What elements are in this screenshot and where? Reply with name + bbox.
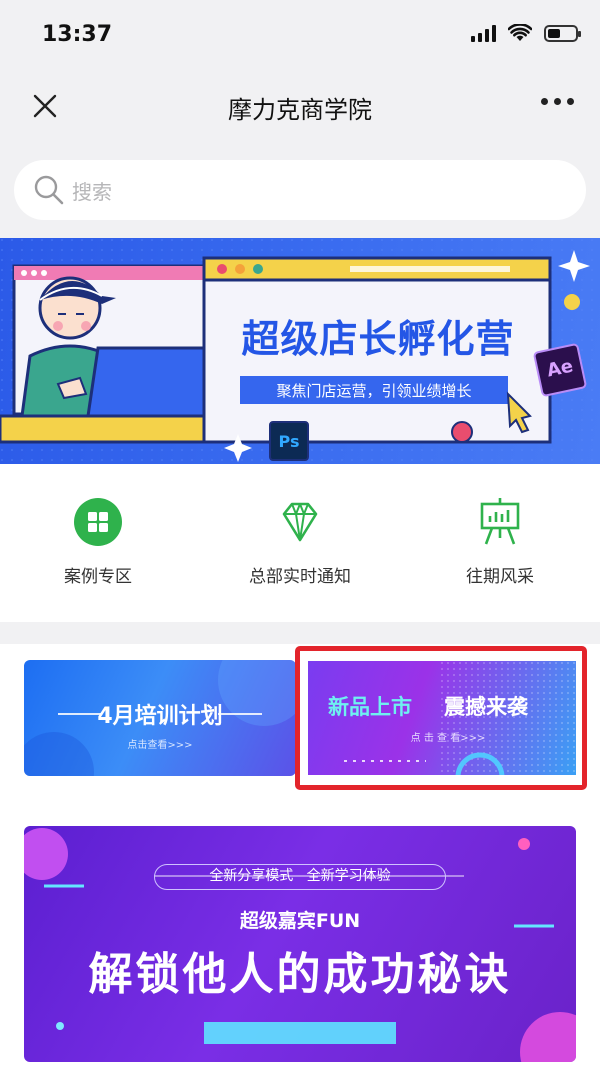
- training-plan-card[interactable]: 4月培训计划 点击查看>>>: [24, 660, 296, 776]
- menu-item-label: 总部实时通知: [249, 567, 351, 587]
- training-card-sub: 点击查看>>>: [127, 740, 193, 751]
- new-product-card[interactable]: 新品上市 震撼来袭 点 击 查 看>>>: [308, 661, 576, 775]
- success-secret-card[interactable]: 全新分享模式 全新学习体验 超级嘉宾FUN 解锁他人的成功秘诀: [24, 826, 576, 1062]
- more-menu-icon[interactable]: [541, 98, 574, 105]
- menu-item-label: 案例专区: [64, 567, 132, 587]
- menu-item-label: 往期风采: [466, 567, 534, 587]
- hero-subtitle: 聚焦门店运营，引领业绩增长: [276, 382, 472, 400]
- quick-menu: 案例专区 总部实时通知 往期风采: [0, 464, 600, 622]
- success-card-title: 解锁他人的成功秘诀: [88, 949, 512, 1000]
- cellular-signal-icon: [471, 24, 496, 42]
- promo-cards: 4月培训计划 点击查看>>> 新品上市 震撼来袭 点 击 查 看>>> 全新分享…: [0, 644, 600, 1091]
- search-placeholder: 搜索: [72, 179, 112, 204]
- status-indicators: [471, 24, 581, 42]
- hero-banner[interactable]: 超级店长孵化营 聚焦门店运营，引领业绩增长 Ps Ae: [0, 238, 600, 464]
- grid-icon: [74, 498, 122, 546]
- search-icon: [34, 175, 64, 205]
- new-product-sub: 点 击 查 看>>>: [410, 733, 486, 744]
- training-card-title: 4月培训计划: [97, 704, 223, 729]
- presentation-board-icon: [480, 498, 520, 545]
- ps-badge: Ps: [278, 432, 300, 451]
- new-product-title-b: 震撼来袭: [444, 695, 528, 719]
- menu-item-cases[interactable]: 案例专区: [18, 494, 178, 587]
- battery-icon: [544, 24, 581, 42]
- page-title: 摩力克商学院: [228, 96, 372, 124]
- menu-item-notice[interactable]: 总部实时通知: [220, 494, 380, 587]
- diamond-icon: [282, 502, 318, 542]
- hero-title: 超级店长孵化营: [241, 317, 515, 361]
- status-bar: 13:37: [0, 0, 600, 72]
- section-divider: [0, 622, 600, 644]
- app-screen: 13:37 摩力克商学院 搜索 超级店长孵化营 聚焦门店运营，引领业绩增长 Ps…: [0, 0, 600, 1091]
- new-product-title-a: 新品上市: [328, 695, 412, 719]
- new-product-card-highlight[interactable]: 新品上市 震撼来袭 点 击 查 看>>>: [295, 646, 587, 790]
- nav-bar: 摩力克商学院: [0, 72, 600, 140]
- search-input[interactable]: 搜索: [14, 160, 586, 220]
- wifi-icon: [508, 24, 532, 41]
- search-area: 搜索: [0, 140, 600, 238]
- status-time: 13:37: [42, 22, 113, 47]
- menu-item-gallery[interactable]: 往期风采: [420, 494, 580, 587]
- success-card-headline: 超级嘉宾FUN: [239, 910, 361, 932]
- success-card-tag: 全新分享模式 全新学习体验: [154, 864, 446, 890]
